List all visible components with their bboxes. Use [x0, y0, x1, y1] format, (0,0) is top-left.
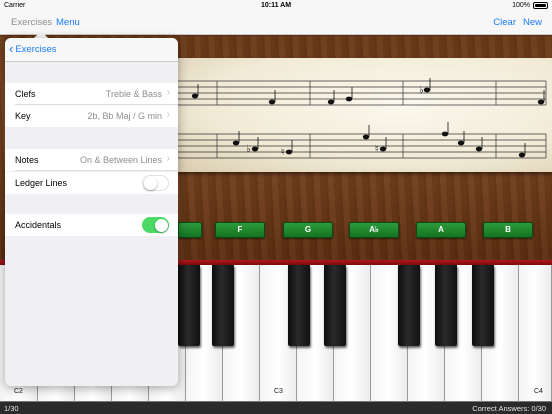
- bottom-status-bar: 1/30 Correct Answers: 0/30: [0, 402, 552, 414]
- notes-label: Notes: [15, 155, 39, 165]
- piano-white-key[interactable]: [519, 265, 552, 402]
- notes-row[interactable]: Notes On & Between Lines ›: [5, 149, 178, 171]
- chevron-right-icon: ›: [166, 153, 170, 164]
- key-label-c2: C2: [14, 388, 23, 395]
- svg-text:♮: ♮: [281, 147, 285, 158]
- svg-text:♭: ♭: [419, 85, 424, 96]
- key-label: Key: [15, 111, 31, 121]
- correct-answers: Correct Answers: 0/30: [472, 404, 546, 413]
- status-bar: Carrier 10:11 AM 100%: [0, 0, 552, 11]
- staff-notation: ♭ ♭ ♮ ♮: [176, 78, 547, 159]
- chevron-right-icon: ›: [166, 109, 170, 120]
- piano-black-key[interactable]: [398, 265, 420, 346]
- piano-black-key[interactable]: [212, 265, 234, 346]
- ledger-lines-row: Ledger Lines: [5, 172, 178, 194]
- svg-text:♭: ♭: [246, 144, 251, 155]
- piano-black-key[interactable]: [472, 265, 494, 346]
- battery-icon: [533, 2, 548, 9]
- key-label-c4: C4: [534, 388, 543, 395]
- accidentals-toggle[interactable]: [142, 217, 169, 233]
- clear-button[interactable]: Clear: [493, 17, 516, 28]
- menu-button[interactable]: Menu: [56, 17, 80, 28]
- clefs-row[interactable]: Clefs Treble & Bass ›: [5, 83, 178, 105]
- key-label-c3: C3: [274, 388, 283, 395]
- question-progress: 1/30: [4, 404, 19, 413]
- note-button-partial[interactable]: [178, 222, 202, 238]
- nav-bar: Exercises Menu Clear New: [0, 11, 552, 35]
- popover-header: ‹ Exercises: [5, 38, 178, 62]
- sheet-music: ♭ ♭ ♮ ♮: [176, 58, 552, 172]
- note-button-f[interactable]: F: [215, 222, 265, 238]
- note-button-b[interactable]: B: [483, 222, 533, 238]
- key-value: 2b, Bb Maj / G min: [87, 111, 162, 121]
- ledger-lines-toggle[interactable]: [142, 175, 169, 191]
- accidentals-row: Accidentals: [5, 214, 178, 236]
- chevron-left-icon: ‹: [9, 41, 14, 56]
- key-row[interactable]: Key 2b, Bb Maj / G min ›: [5, 105, 178, 127]
- svg-text:♮: ♮: [375, 144, 379, 155]
- notes-value: On & Between Lines: [79, 155, 162, 165]
- accidentals-label: Accidentals: [15, 220, 62, 230]
- back-button[interactable]: ‹ Exercises: [9, 41, 57, 56]
- back-label: Exercises: [15, 43, 57, 55]
- piano-black-key[interactable]: [435, 265, 457, 346]
- clefs-label: Clefs: [15, 89, 36, 99]
- note-button-g[interactable]: G: [283, 222, 333, 238]
- clock: 10:11 AM: [260, 2, 292, 9]
- chevron-right-icon: ›: [166, 87, 170, 98]
- ledger-lines-label: Ledger Lines: [15, 178, 68, 188]
- piano-black-key[interactable]: [288, 265, 310, 346]
- piano-black-key[interactable]: [324, 265, 346, 346]
- piano-black-key[interactable]: [178, 265, 200, 346]
- note-button-a[interactable]: A: [416, 222, 466, 238]
- note-button-a-flat[interactable]: A♭: [349, 222, 399, 238]
- battery-percent: 100%: [512, 2, 530, 9]
- clefs-value: Treble & Bass: [105, 89, 162, 99]
- new-button[interactable]: New: [523, 17, 542, 28]
- exercise-settings-popover: ‹ Exercises Clefs Treble & Bass › Key 2b…: [5, 38, 178, 386]
- exercises-button[interactable]: Exercises: [11, 17, 52, 28]
